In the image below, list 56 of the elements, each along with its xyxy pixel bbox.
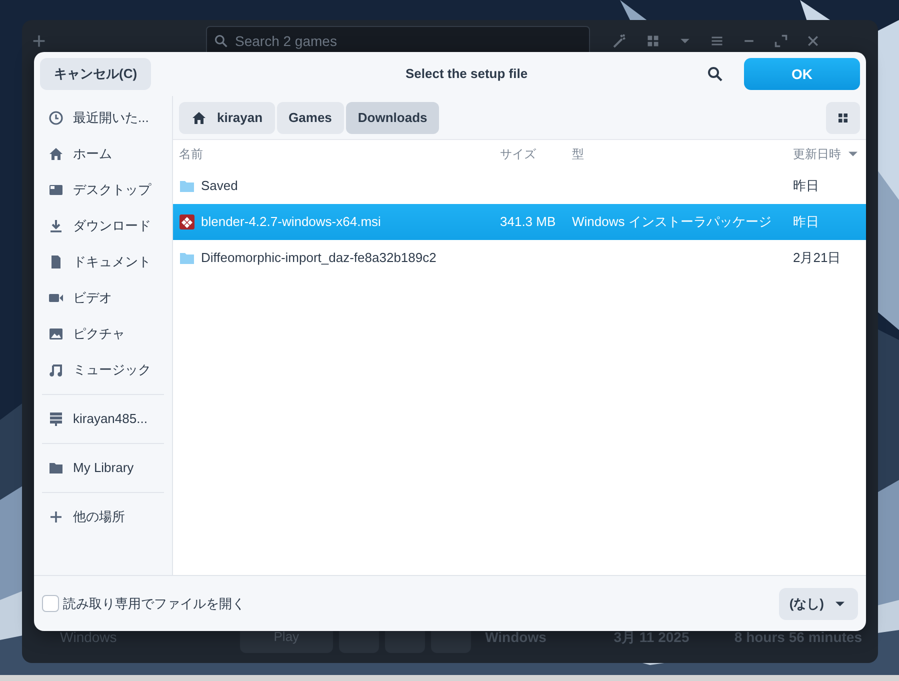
monitor-icon (48, 182, 64, 198)
file-size: 341.3 MB (500, 213, 557, 232)
sidebar-item[interactable]: 最近開いた... (40, 100, 166, 136)
sidebar-item[interactable]: デスクトップ (40, 172, 166, 208)
sidebar-item[interactable]: ビデオ (40, 280, 166, 316)
file-name: Saved (201, 177, 238, 196)
file-date: 2月21日 (792, 249, 842, 268)
file-date: 昨日 (792, 213, 820, 232)
file-row[interactable]: Diffeomorphic-import_daz-fe8a32b189c2 2月21日 (173, 240, 866, 276)
menu-icon[interactable] (710, 34, 724, 48)
column-header[interactable]: 型 (572, 145, 789, 163)
grid-icon (837, 112, 849, 124)
picture-icon (48, 326, 64, 342)
grid-view-button[interactable] (826, 102, 860, 134)
sidebar-item[interactable]: ミュージック (40, 352, 166, 388)
read-only-checkbox[interactable] (42, 595, 59, 612)
column-header[interactable]: サイズ (500, 145, 572, 163)
maximize-icon[interactable] (774, 34, 788, 48)
folder-icon (48, 460, 64, 476)
sidebar-item[interactable]: 他の場所 (40, 499, 166, 535)
grid-icon[interactable] (646, 34, 660, 48)
checkbox-label: 読み取り専用でファイルを開く (63, 594, 245, 613)
folder-icon (179, 178, 195, 194)
sidebar-item[interactable]: My Library (40, 450, 166, 486)
close-icon[interactable] (806, 34, 820, 48)
plus-icon (48, 509, 64, 525)
home-icon (48, 146, 64, 162)
file-row[interactable]: Saved 昨日 (173, 168, 866, 204)
column-header[interactable]: 名前 (179, 145, 500, 163)
column-header[interactable]: 更新日時 (789, 145, 860, 163)
clock-icon (48, 110, 64, 126)
cancel-button[interactable]: キャンセル(C) (40, 58, 152, 90)
file-name: Diffeomorphic-import_daz-fe8a32b189c2 (201, 249, 436, 268)
search-icon (707, 66, 723, 82)
path-button[interactable]: kirayan (179, 102, 275, 134)
file-date: 昨日 (792, 177, 820, 196)
package-icon (179, 214, 195, 230)
filter-dropdown[interactable]: (なし) (779, 588, 858, 620)
file-type: Windows インストーラパッケージ (572, 213, 772, 232)
search-icon (214, 34, 228, 48)
wand-icon[interactable] (612, 33, 628, 49)
sidebar-item[interactable]: ピクチャ (40, 316, 166, 352)
music-note-icon (48, 362, 64, 378)
path-button[interactable]: Games (276, 102, 344, 134)
sidebar-item[interactable]: ドキュメント (40, 244, 166, 280)
server-icon (48, 411, 64, 427)
path-button[interactable]: Downloads (346, 102, 440, 134)
sidebar-item[interactable]: ダウンロード (40, 208, 166, 244)
file-name: blender-4.2.7-windows-x64.msi (201, 213, 381, 232)
download-icon (48, 218, 64, 234)
sidebar-item[interactable]: ホーム (40, 136, 166, 172)
plus-icon[interactable] (32, 34, 46, 48)
dialog-title: Select the setup file (404, 65, 529, 84)
folder-icon (179, 250, 195, 266)
home-icon (191, 110, 207, 126)
sidebar-item[interactable]: kirayan485... (40, 401, 166, 437)
